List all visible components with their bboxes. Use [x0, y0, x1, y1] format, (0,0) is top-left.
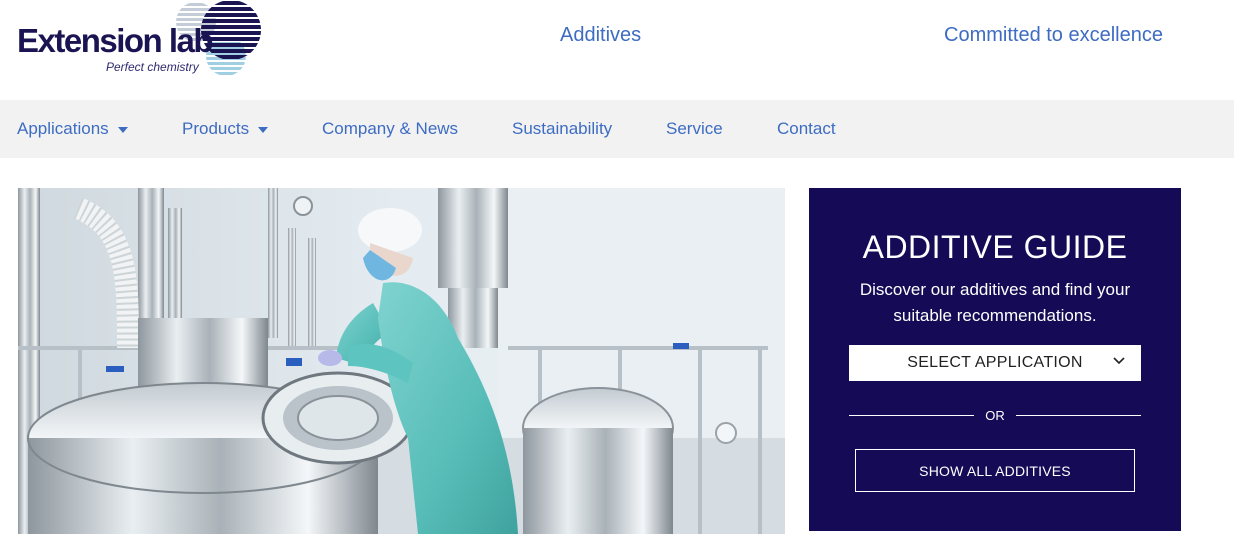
guide-description: Discover our additives and find your sui…: [859, 280, 1131, 325]
nav-item-label: Sustainability: [512, 119, 613, 138]
brand-logo[interactable]: Extension lab Perfect chemistry: [16, 0, 266, 86]
logo-wordmark: Extension lab: [17, 22, 214, 59]
header-link-committed[interactable]: Committed to excellence: [944, 24, 1163, 47]
select-application-label: SELECT APPLICATION: [907, 354, 1083, 371]
nav-item-company-news[interactable]: Company & News: [322, 119, 458, 139]
nav-item-applications[interactable]: Applications: [17, 119, 128, 139]
divider-line: [1016, 415, 1141, 416]
nav-item-service[interactable]: Service: [666, 119, 723, 139]
show-all-additives-label: SHOW ALL ADDITIVES: [919, 462, 1071, 479]
chevron-down-icon: [1113, 357, 1125, 365]
or-divider: OR: [849, 406, 1141, 424]
nav-item-sustainability[interactable]: Sustainability: [512, 119, 612, 139]
nav-item-label: Service: [666, 119, 723, 138]
main-nav: Applications Products Company & News Sus…: [0, 100, 1234, 158]
guide-title: ADDITIVE GUIDE: [862, 229, 1128, 265]
additive-guide-panel: ADDITIVE GUIDE Discover our additives an…: [809, 188, 1181, 531]
logo-tagline: Perfect chemistry: [106, 60, 199, 74]
caret-down-icon: [258, 126, 269, 133]
nav-item-label: Company & News: [322, 119, 459, 138]
caret-down-icon: [117, 126, 128, 133]
nav-item-products[interactable]: Products: [182, 119, 269, 139]
header-link-additives[interactable]: Additives: [560, 24, 641, 47]
site-header: Extension lab Perfect chemistry Additive…: [0, 0, 1234, 100]
nav-item-label: Applications: [17, 119, 109, 138]
hero-image: [18, 188, 785, 534]
select-application-dropdown[interactable]: SELECT APPLICATION: [849, 345, 1141, 381]
nav-item-label: Products: [182, 119, 250, 138]
nav-item-contact[interactable]: Contact: [777, 119, 836, 139]
lab-photo-illustration: [18, 188, 785, 534]
nav-item-label: Contact: [777, 119, 836, 138]
show-all-additives-button[interactable]: SHOW ALL ADDITIVES: [855, 449, 1135, 492]
